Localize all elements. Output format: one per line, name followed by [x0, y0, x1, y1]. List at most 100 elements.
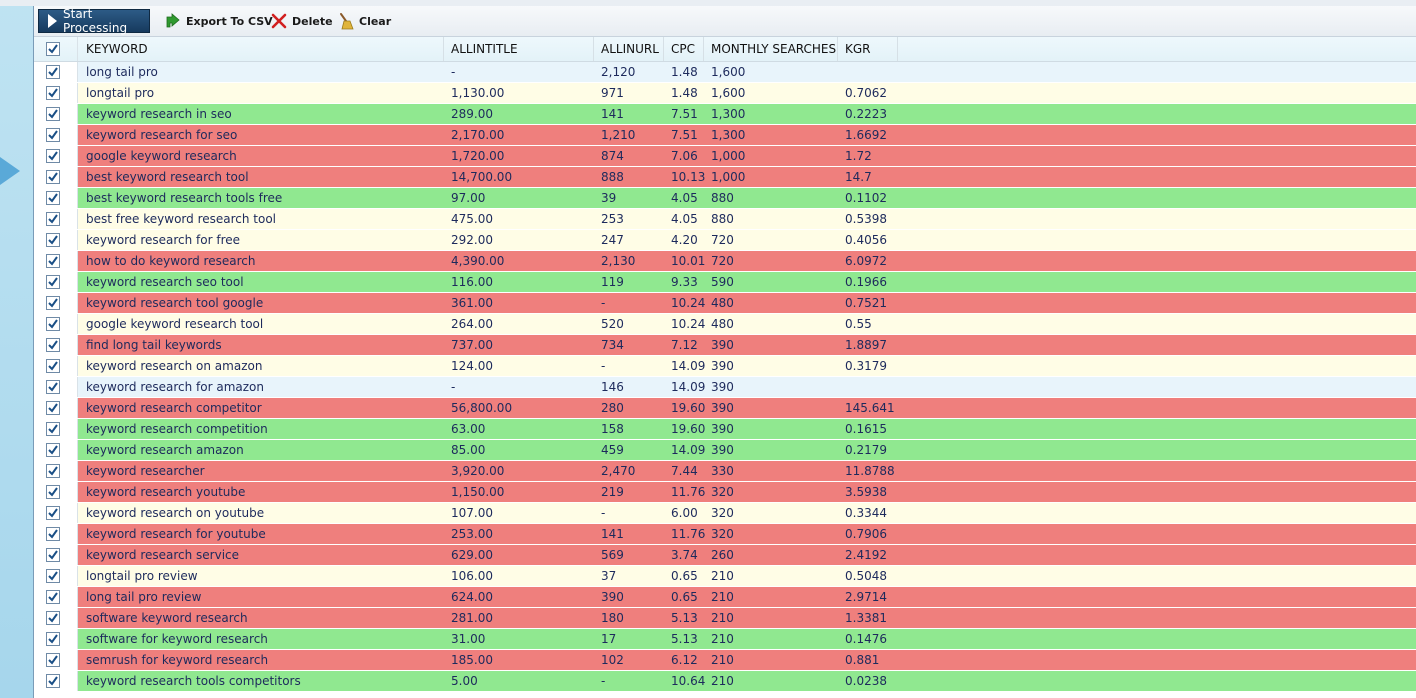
row-checkbox[interactable]	[46, 212, 60, 226]
row-checkbox[interactable]	[46, 443, 60, 457]
row-checkbox[interactable]	[46, 233, 60, 247]
cell-kgr: 0.0238	[845, 674, 887, 688]
cell-keyword: best keyword research tool	[86, 170, 249, 184]
row-checkbox[interactable]	[46, 86, 60, 100]
row-checkbox[interactable]	[46, 569, 60, 583]
row-checkbox[interactable]	[46, 506, 60, 520]
cell-cpc: 10.01	[671, 254, 706, 268]
table-row[interactable]: longtail pro 1,130.00 971 1.48 1,600 0.7062	[34, 83, 1416, 104]
table-row[interactable]: keyword research for seo 2,170.00 1,210 7.5…	[34, 125, 1416, 146]
table-row[interactable]: keyword research seo tool 116.00 119 9.33 59…	[34, 272, 1416, 293]
header-monthly-searches[interactable]: MONTHLY SEARCHES	[704, 37, 838, 61]
table-row[interactable]: keyword research on youtube 107.00 - 6.00 32…	[34, 503, 1416, 524]
row-checkbox[interactable]	[46, 296, 60, 310]
table-row[interactable]: keyword research for amazon - 146 14.09 390	[34, 377, 1416, 398]
table-row[interactable]: long tail pro review 624.00 390 0.65 210 2.97…	[34, 587, 1416, 608]
table-row[interactable]: keyword research in seo 289.00 141 7.51 1,30…	[34, 104, 1416, 125]
header-allintitle[interactable]: ALLINTITLE	[444, 37, 594, 61]
row-checkbox-cell	[34, 545, 78, 565]
row-checkbox-cell	[34, 293, 78, 313]
cell-cpc: 14.09	[671, 359, 706, 373]
table-row[interactable]: keyword research youtube 1,150.00 219 11.76…	[34, 482, 1416, 503]
row-checkbox[interactable]	[46, 359, 60, 373]
table-row[interactable]: keyword research tool google 361.00 - 10.24…	[34, 293, 1416, 314]
table-row[interactable]: keyword research amazon 85.00 459 14.09 390 0…	[34, 440, 1416, 461]
cell-kgr	[838, 62, 898, 82]
cell-allintitle: 289.00	[451, 107, 493, 121]
header-cpc[interactable]: CPC	[664, 37, 704, 61]
row-checkbox-cell	[34, 314, 78, 334]
table-row[interactable]: software keyword research 281.00 180 5.13 21…	[34, 608, 1416, 629]
row-checkbox[interactable]	[46, 254, 60, 268]
start-processing-button[interactable]: Start Processing	[38, 7, 150, 35]
row-checkbox[interactable]	[46, 338, 60, 352]
row-checkbox[interactable]	[46, 674, 60, 688]
cell-cpc: 7.51	[671, 107, 698, 121]
table-row[interactable]: how to do keyword research 4,390.00 2,130 1…	[34, 251, 1416, 272]
table-row[interactable]: long tail pro - 2,120 1.48 1,600	[34, 62, 1416, 83]
row-checkbox-cell	[34, 230, 78, 250]
row-checkbox[interactable]	[46, 149, 60, 163]
clear-button[interactable]: Clear	[337, 12, 391, 30]
row-checkbox[interactable]	[46, 527, 60, 541]
table-row[interactable]: software for keyword research 31.00 17 5.13…	[34, 629, 1416, 650]
cell-cpc: 6.00	[671, 506, 698, 520]
table-row[interactable]: keyword research for youtube 253.00 141 11.…	[34, 524, 1416, 545]
cell-cpc: 3.74	[671, 548, 698, 562]
delete-button[interactable]: Delete	[270, 12, 333, 30]
cell-allinurl: 180	[601, 611, 624, 625]
row-checkbox[interactable]	[46, 590, 60, 604]
row-checkbox[interactable]	[46, 422, 60, 436]
cell-allintitle: 361.00	[451, 296, 493, 310]
table-row[interactable]: google keyword research tool 264.00 520 10.…	[34, 314, 1416, 335]
export-csv-button[interactable]: Export To CSV	[164, 12, 273, 30]
header-kgr[interactable]: KGR	[838, 37, 898, 61]
row-checkbox[interactable]	[46, 107, 60, 121]
table-row[interactable]: keyword research service 629.00 569 3.74 260…	[34, 545, 1416, 566]
table-row[interactable]: best free keyword research tool 475.00 253…	[34, 209, 1416, 230]
row-checkbox[interactable]	[46, 128, 60, 142]
table-row[interactable]: keyword research for free 292.00 247 4.20 72…	[34, 230, 1416, 251]
row-checkbox[interactable]	[46, 401, 60, 415]
cell-monthly-searches: 210	[711, 674, 734, 688]
table-row[interactable]: longtail pro review 106.00 37 0.65 210 0.5048	[34, 566, 1416, 587]
cell-keyword: keyword research for free	[86, 233, 241, 247]
cell-monthly-searches: 320	[711, 506, 734, 520]
cell-allintitle: 124.00	[451, 359, 493, 373]
select-all-checkbox[interactable]	[46, 42, 60, 56]
table-row[interactable]: keyword researcher 3,920.00 2,470 7.44 330 11…	[34, 461, 1416, 482]
row-checkbox[interactable]	[46, 485, 60, 499]
table-row[interactable]: find long tail keywords 737.00 734 7.12 390 1…	[34, 335, 1416, 356]
row-checkbox[interactable]	[46, 380, 60, 394]
row-checkbox-cell	[34, 188, 78, 208]
cell-kgr: 11.8788	[845, 464, 895, 478]
header-keyword[interactable]: KEYWORD	[79, 37, 444, 61]
row-checkbox[interactable]	[46, 170, 60, 184]
row-checkbox[interactable]	[46, 317, 60, 331]
table-row[interactable]: best keyword research tool 14,700.00 888 10…	[34, 167, 1416, 188]
table-row[interactable]: keyword research tools competitors 5.00 - 1…	[34, 671, 1416, 692]
row-checkbox[interactable]	[46, 464, 60, 478]
row-checkbox[interactable]	[46, 611, 60, 625]
cell-monthly-searches: 1,300	[711, 128, 746, 142]
header-allinurl[interactable]: ALLINURL	[594, 37, 664, 61]
table-row[interactable]: best keyword research tools free 97.00 39 4…	[34, 188, 1416, 209]
expand-arrow-icon[interactable]	[0, 157, 20, 185]
table-row[interactable]: keyword research competitor 56,800.00 280 1…	[34, 398, 1416, 419]
table-row[interactable]: google keyword research 1,720.00 874 7.06 1,…	[34, 146, 1416, 167]
cell-kgr: 1.3381	[845, 611, 887, 625]
row-checkbox[interactable]	[46, 632, 60, 646]
row-checkbox[interactable]	[46, 275, 60, 289]
row-checkbox[interactable]	[46, 191, 60, 205]
cell-keyword: keyword research for seo	[86, 128, 238, 142]
row-checkbox[interactable]	[46, 548, 60, 562]
row-checkbox-cell	[34, 209, 78, 229]
row-checkbox[interactable]	[46, 653, 60, 667]
cell-kgr: 0.1966	[845, 275, 887, 289]
table-row[interactable]: semrush for keyword research 185.00 102 6.1…	[34, 650, 1416, 671]
row-checkbox[interactable]	[46, 65, 60, 79]
table-row[interactable]: keyword research competition 63.00 158 19.6…	[34, 419, 1416, 440]
cell-allintitle: 624.00	[451, 590, 493, 604]
table-row[interactable]: keyword research on amazon 124.00 - 14.09 39…	[34, 356, 1416, 377]
start-processing-label: Start Processing	[63, 7, 128, 35]
